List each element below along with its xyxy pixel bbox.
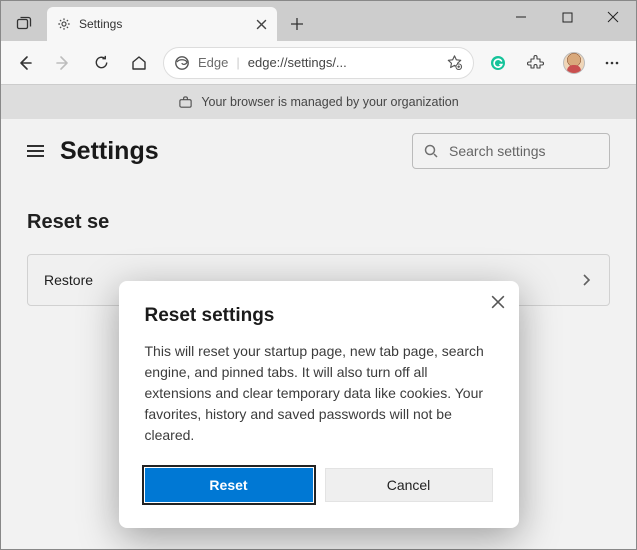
reset-button[interactable]: Reset [145, 468, 313, 502]
cancel-button[interactable]: Cancel [325, 468, 493, 502]
star-add-icon [446, 54, 463, 71]
refresh-button[interactable] [83, 45, 119, 81]
address-bar[interactable]: Edge | edge://settings/... [163, 47, 474, 79]
gear-icon [57, 17, 71, 31]
puzzle-icon [527, 54, 545, 72]
avatar [563, 52, 585, 74]
tab-stack-icon [16, 16, 32, 32]
edge-logo-icon [174, 55, 190, 71]
grammarly-extension-button[interactable] [480, 45, 516, 81]
maximize-icon [562, 12, 573, 23]
forward-button[interactable] [45, 45, 81, 81]
dialog-buttons: Reset Cancel [145, 468, 493, 502]
grammarly-icon [489, 54, 507, 72]
arrow-right-icon [54, 54, 72, 72]
extensions-button[interactable] [518, 45, 554, 81]
dialog-title: Reset settings [145, 305, 493, 327]
favorite-button[interactable] [446, 54, 463, 71]
close-icon [491, 295, 505, 309]
separator: | [236, 55, 239, 70]
minimize-button[interactable] [498, 1, 544, 33]
close-window-button[interactable] [590, 1, 636, 33]
home-button[interactable] [121, 45, 157, 81]
back-button[interactable] [7, 45, 43, 81]
app-menu-button[interactable] [594, 45, 630, 81]
address-bar-prefix: Edge [198, 55, 228, 70]
titlebar: Settings [1, 1, 636, 41]
browser-window: Settings Edge | edge://settings/... [0, 0, 637, 550]
tab-title: Settings [79, 17, 122, 31]
minimize-icon [515, 11, 527, 23]
dialog-body: This will reset your startup page, new t… [145, 341, 493, 446]
window-controls [498, 1, 636, 41]
maximize-button[interactable] [544, 1, 590, 33]
refresh-icon [93, 54, 110, 71]
profile-button[interactable] [556, 45, 592, 81]
reset-settings-dialog: Reset settings This will reset your star… [119, 281, 519, 528]
toolbar: Edge | edge://settings/... [1, 41, 636, 85]
reset-button-label: Reset [209, 477, 247, 493]
close-icon [607, 11, 619, 23]
tab-actions-button[interactable] [7, 7, 41, 41]
dialog-close-button[interactable] [491, 295, 505, 309]
address-bar-url: edge://settings/... [248, 55, 438, 70]
home-icon [130, 54, 148, 72]
arrow-left-icon [16, 54, 34, 72]
toolbar-right [480, 45, 630, 81]
new-tab-button[interactable] [283, 10, 311, 38]
more-icon [603, 54, 621, 72]
browser-tab[interactable]: Settings [47, 7, 277, 41]
plus-icon [290, 17, 304, 31]
tab-close-button[interactable] [256, 19, 267, 30]
cancel-button-label: Cancel [387, 477, 431, 493]
page: Your browser is managed by your organiza… [1, 85, 636, 549]
close-icon [256, 19, 267, 30]
